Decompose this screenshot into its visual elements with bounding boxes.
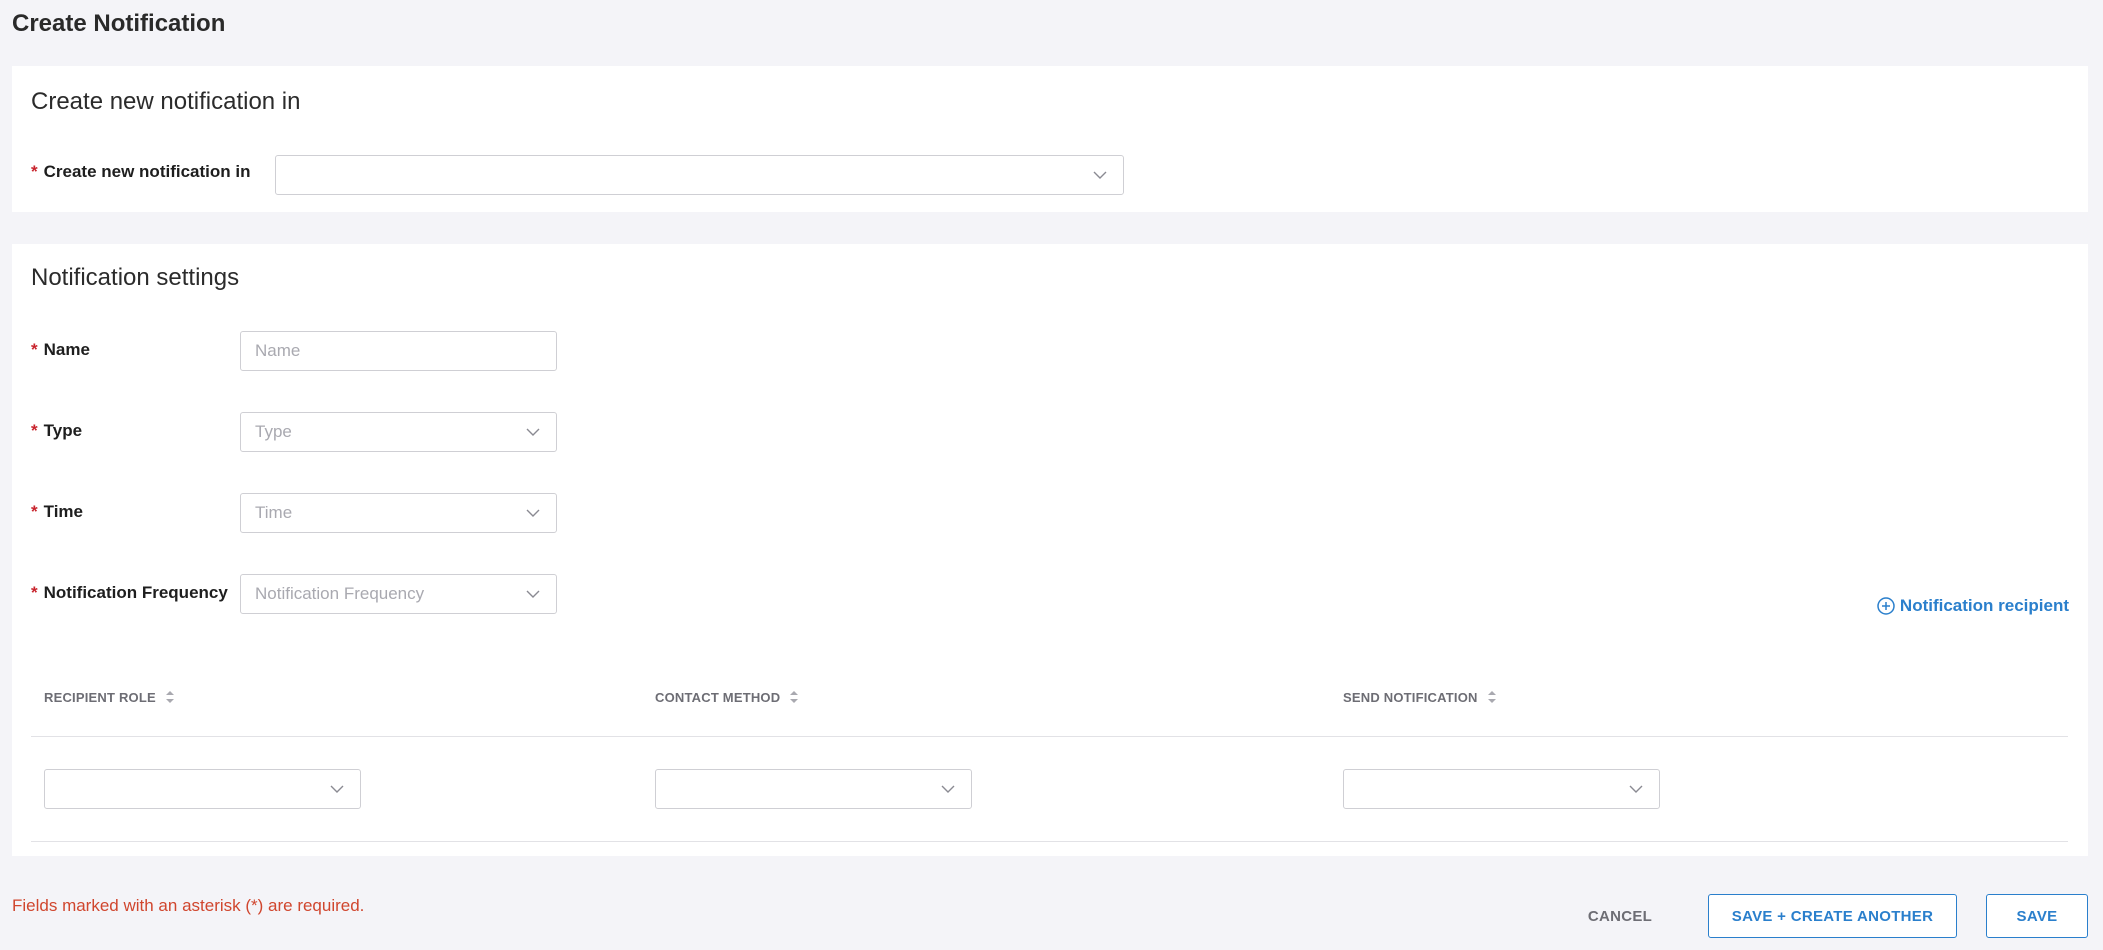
add-recipient-label: Notification recipient [1899,596,2069,615]
column-header-label: SEND NOTIFICATION [1343,689,1478,705]
required-marker: * [31,340,38,359]
chevron-down-icon [1091,166,1109,184]
contact-method-select[interactable] [655,769,972,809]
required-marker: * [31,162,38,181]
frequency-label-text: Notification Frequency [43,583,228,602]
table-header-divider [31,736,2068,737]
time-field-label: * Time [31,502,83,522]
settings-card: Notification settings * Name * Type Type *… [12,244,2088,856]
frequency-field-label: * Notification Frequency [31,583,228,603]
chevron-down-icon [939,780,957,798]
send-notification-select[interactable] [1343,769,1660,809]
save-create-another-button[interactable]: SAVE + CREATE ANOTHER [1708,894,1957,938]
required-marker: * [31,583,38,602]
name-label-text: Name [43,340,90,359]
column-header-contact-method[interactable]: CONTACT METHOD [655,689,800,705]
required-marker: * [31,502,38,521]
sort-icon [164,689,176,705]
type-label-text: Type [43,421,83,440]
settings-section-title: Notification settings [31,264,240,291]
page-title: Create Notification [12,10,226,37]
plus-circle-icon [1876,596,1896,616]
name-field-label: * Name [31,340,90,360]
type-select[interactable]: Type [240,412,557,452]
sort-icon [788,689,800,705]
frequency-select-placeholder: Notification Frequency [255,584,425,603]
chevron-down-icon [524,504,542,522]
save-button[interactable]: SAVE [1986,894,2088,938]
column-header-send-notification[interactable]: SEND NOTIFICATION [1343,689,1498,705]
sort-icon [1486,689,1498,705]
add-notification-recipient-button[interactable]: Notification recipient [1876,596,2069,616]
cancel-button[interactable]: CANCEL [1570,894,1670,938]
type-select-placeholder: Type [255,422,292,441]
frequency-select[interactable]: Notification Frequency [240,574,557,614]
chevron-down-icon [328,780,346,798]
location-card: Create new notification in * Create new n… [12,66,2088,212]
time-select-placeholder: Time [255,503,293,522]
chevron-down-icon [1627,780,1645,798]
column-header-label: RECIPIENT ROLE [44,689,156,705]
column-header-recipient-role[interactable]: RECIPIENT ROLE [44,689,176,705]
chevron-down-icon [524,423,542,441]
location-label-text: Create new notification in [43,162,251,181]
location-section-title: Create new notification in [31,88,301,115]
location-field-label: * Create new notification in [31,162,250,182]
name-input[interactable] [240,331,557,371]
required-marker: * [31,421,38,440]
recipient-role-select[interactable] [44,769,361,809]
location-select[interactable] [275,155,1124,195]
required-fields-note: Fields marked with an asterisk (*) are r… [12,896,365,915]
chevron-down-icon [524,585,542,603]
column-header-label: CONTACT METHOD [655,689,781,705]
time-label-text: Time [43,502,83,521]
time-select[interactable]: Time [240,493,557,533]
type-field-label: * Type [31,421,82,441]
table-row-divider [31,841,2068,842]
